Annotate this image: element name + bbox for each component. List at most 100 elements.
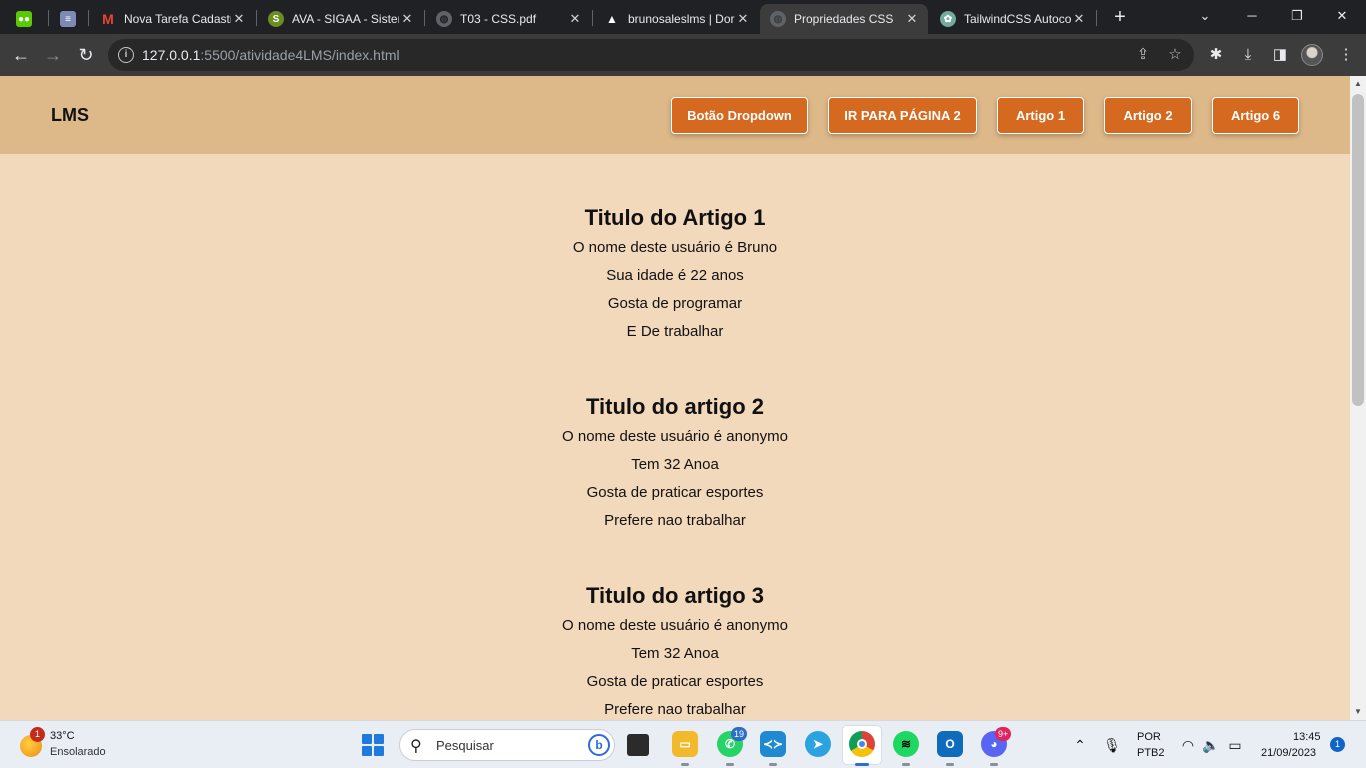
tab-title: Propriedades CSS bbox=[794, 12, 894, 26]
artigo1-button[interactable]: Artigo 1 bbox=[997, 97, 1084, 134]
scroll-up-arrow-icon[interactable]: ▲ bbox=[1350, 76, 1366, 92]
chrome-icon[interactable] bbox=[849, 731, 875, 757]
wifi-icon[interactable]: ◠ bbox=[1179, 736, 1197, 754]
whatsapp-badge: 19 bbox=[731, 727, 748, 741]
volume-icon[interactable]: 🔈 bbox=[1202, 736, 1220, 754]
tab-tailwind[interactable]: ✿ TailwindCSS Autoco ✕ bbox=[930, 4, 1095, 34]
chatgpt-icon: ✿ bbox=[940, 11, 956, 27]
tab-propriedades-css[interactable]: ◍ Propriedades CSS ✕ bbox=[760, 4, 928, 34]
tab-search-chevron-icon[interactable]: ⌄ bbox=[1190, 6, 1220, 26]
side-panel-icon[interactable]: ◨ bbox=[1269, 44, 1291, 66]
download-icon[interactable]: ⤓ bbox=[1237, 44, 1259, 66]
scroll-down-arrow-icon[interactable]: ▼ bbox=[1350, 704, 1366, 720]
restore-button[interactable]: ❐ bbox=[1282, 6, 1312, 26]
close-icon[interactable]: ✕ bbox=[399, 11, 415, 27]
battery-icon[interactable]: ▭ bbox=[1226, 736, 1244, 754]
artigo6-button[interactable]: Artigo 6 bbox=[1212, 97, 1299, 134]
close-icon[interactable]: ✕ bbox=[1071, 11, 1087, 27]
article-3: Titulo do artigo 3 O nome deste usuário … bbox=[0, 580, 1350, 720]
outlook-icon[interactable]: O bbox=[937, 731, 963, 757]
weather-description[interactable]: Ensolarado bbox=[50, 746, 106, 758]
forward-button[interactable]: → bbox=[41, 43, 65, 67]
microphone-icon[interactable]: 🎙 bbox=[1103, 736, 1121, 754]
keyboard-layout[interactable]: PTB2 bbox=[1137, 747, 1165, 759]
artigo2-button[interactable]: Artigo 2 bbox=[1104, 97, 1192, 134]
windows-logo-icon bbox=[362, 734, 372, 744]
running-indicator bbox=[855, 763, 869, 766]
article-line: Gosta de praticar esportes bbox=[586, 484, 764, 501]
clock-time[interactable]: 13:45 bbox=[1293, 731, 1321, 743]
running-indicator bbox=[946, 763, 954, 766]
weather-temperature[interactable]: 33°C bbox=[50, 730, 75, 742]
article-line: Sua idade é 22 anos bbox=[606, 267, 744, 284]
bing-icon[interactable]: b bbox=[588, 734, 610, 756]
tab-vercel[interactable]: ▲ brunosaleslms | Dor ✕ bbox=[594, 4, 759, 34]
close-icon[interactable]: ✕ bbox=[567, 11, 583, 27]
tab-title: Nova Tarefa Cadastr bbox=[124, 12, 231, 26]
stack-icon: ≡ bbox=[60, 11, 76, 27]
file-explorer-icon[interactable]: ▭ bbox=[672, 731, 698, 757]
notification-badge[interactable]: 1 bbox=[1330, 737, 1345, 752]
close-window-button[interactable]: ✕ bbox=[1327, 6, 1357, 26]
profile-avatar[interactable] bbox=[1301, 44, 1323, 66]
windows-logo-icon bbox=[362, 746, 372, 756]
site-info-icon[interactable]: i bbox=[118, 47, 134, 63]
vertical-scrollbar[interactable]: ▲ ▼ bbox=[1350, 76, 1366, 720]
article-line: Tem 32 Anoa bbox=[631, 645, 719, 662]
globe-icon: ◍ bbox=[436, 11, 452, 27]
globe-icon: ◍ bbox=[770, 11, 786, 27]
close-icon[interactable]: ✕ bbox=[231, 11, 247, 27]
tab-sigaa[interactable]: S AVA - SIGAA - Sisten ✕ bbox=[258, 4, 423, 34]
tab-separator bbox=[424, 10, 425, 26]
telegram-icon[interactable]: ➤ bbox=[805, 731, 831, 757]
site-header: LMS Botão Dropdown IR PARA PÁGINA 2 Arti… bbox=[0, 76, 1350, 154]
article-line: Tem 32 Anoa bbox=[631, 456, 719, 473]
reload-button[interactable]: ↻ bbox=[74, 43, 98, 67]
tab-pdf[interactable]: ◍ T03 - CSS.pdf ✕ bbox=[426, 4, 591, 34]
tab-separator bbox=[1096, 10, 1097, 26]
new-tab-button[interactable]: + bbox=[1109, 6, 1131, 28]
tab-title: TailwindCSS Autoco bbox=[964, 12, 1071, 26]
bookmark-star-icon[interactable]: ☆ bbox=[1165, 45, 1185, 65]
site-logo[interactable]: LMS bbox=[51, 105, 89, 126]
tab-gmail[interactable]: M Nova Tarefa Cadastr ✕ bbox=[90, 4, 255, 34]
share-icon[interactable]: ⇪ bbox=[1133, 45, 1153, 65]
running-indicator bbox=[681, 763, 689, 766]
article-line: Gosta de programar bbox=[607, 295, 743, 312]
windows-logo-icon bbox=[374, 746, 384, 756]
minimize-button[interactable]: ─ bbox=[1237, 6, 1267, 26]
scroll-thumb[interactable] bbox=[1352, 94, 1364, 406]
taskbar-search[interactable]: ⚲ Pesquisar b bbox=[399, 729, 615, 761]
vscode-icon[interactable]: ≺≻ bbox=[760, 731, 786, 757]
article-title: Titulo do artigo 2 bbox=[585, 394, 765, 419]
go-to-page2-button[interactable]: IR PARA PÁGINA 2 bbox=[828, 97, 977, 134]
spotify-icon[interactable]: ≋ bbox=[893, 731, 919, 757]
task-view-icon[interactable] bbox=[627, 734, 649, 756]
article-1: Titulo do Artigo 1 O nome deste usuário … bbox=[0, 202, 1350, 346]
article-title: Titulo do artigo 3 bbox=[585, 583, 765, 608]
tab-separator bbox=[592, 10, 593, 26]
vercel-icon: ▲ bbox=[606, 12, 618, 26]
clock-date[interactable]: 21/09/2023 bbox=[1261, 747, 1316, 759]
back-button[interactable]: ← bbox=[9, 43, 33, 67]
tab-stack[interactable]: ≡ bbox=[50, 4, 88, 34]
close-icon[interactable]: ✕ bbox=[904, 11, 920, 27]
url-text[interactable]: 127.0.0.1:5500/atividade4LMS/index.html bbox=[142, 47, 400, 63]
language-indicator[interactable]: POR bbox=[1137, 731, 1161, 743]
article-line: Prefere nao trabalhar bbox=[604, 701, 746, 718]
close-icon[interactable]: ✕ bbox=[735, 11, 751, 27]
running-indicator bbox=[769, 763, 777, 766]
tab-duolingo[interactable]: ●● bbox=[6, 4, 46, 34]
article-line: E De trabalhar bbox=[626, 323, 724, 340]
menu-kebab-icon[interactable]: ⋮ bbox=[1335, 44, 1357, 66]
start-button[interactable] bbox=[362, 734, 384, 756]
windows-taskbar: 1 33°C Ensolarado ⚲ Pesquisar b ▭ ✆ 19 ≺… bbox=[0, 720, 1366, 768]
search-placeholder: Pesquisar bbox=[436, 738, 494, 753]
chevron-up-icon[interactable]: ⌃ bbox=[1071, 736, 1089, 754]
weather-badge: 1 bbox=[30, 727, 45, 742]
dropdown-button[interactable]: Botão Dropdown bbox=[671, 97, 808, 134]
address-bar[interactable]: i 127.0.0.1:5500/atividade4LMS/index.htm… bbox=[108, 39, 1194, 71]
tab-title: AVA - SIGAA - Sisten bbox=[292, 12, 399, 26]
extensions-icon[interactable]: ✱ bbox=[1205, 44, 1227, 66]
windows-logo-icon bbox=[374, 734, 384, 744]
